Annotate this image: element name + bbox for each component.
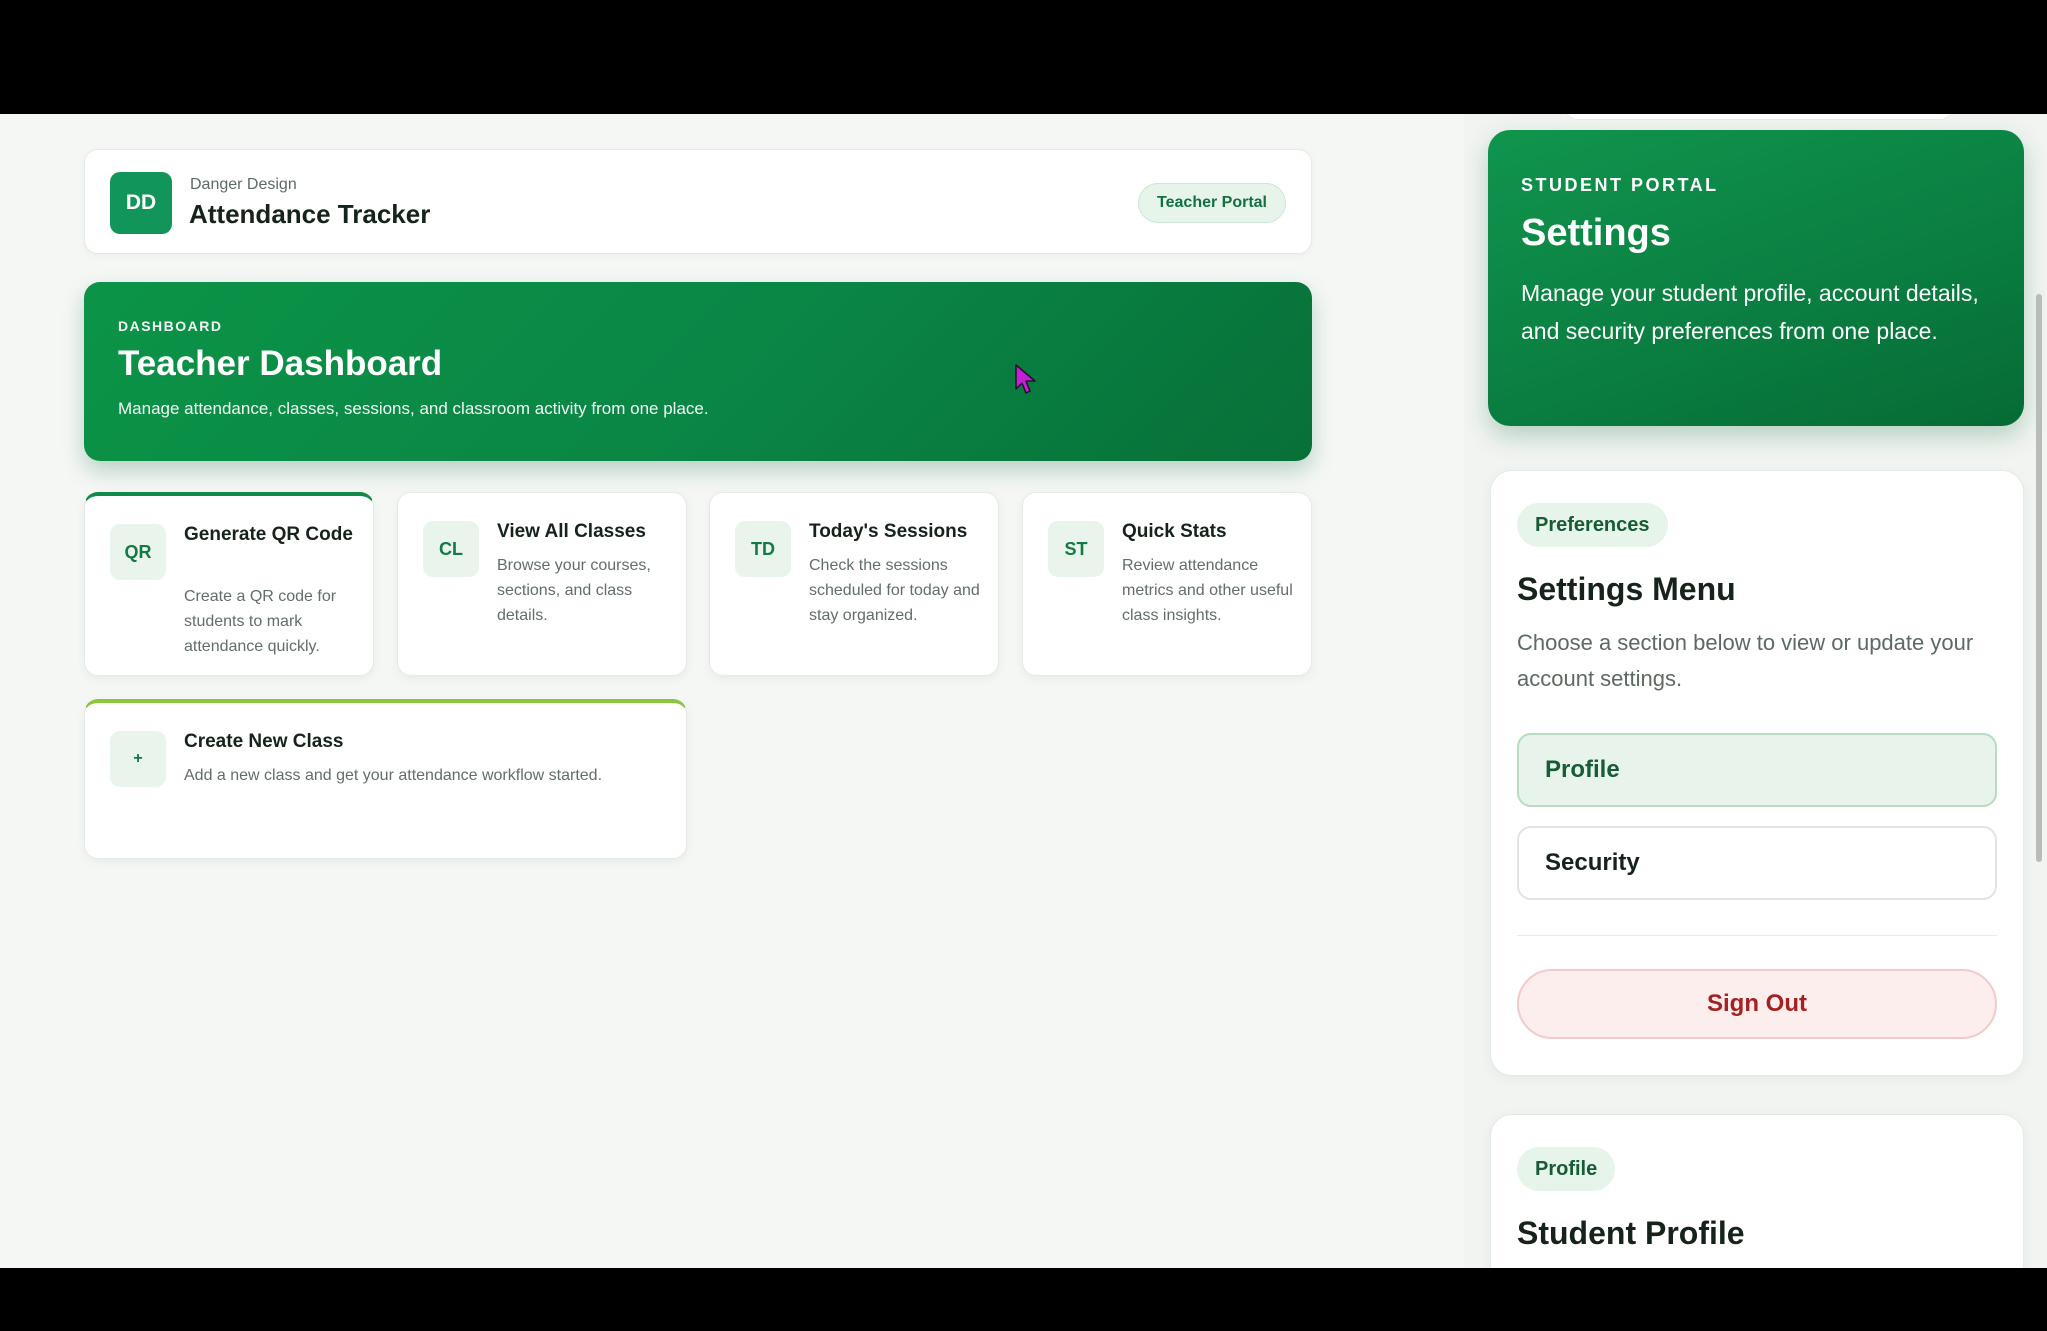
- card-description: Review attendance metrics and other usef…: [1122, 557, 1293, 624]
- app-header: DD Danger Design Attendance Tracker Teac…: [84, 149, 1312, 254]
- card-title: Generate QR Code: [184, 524, 353, 545]
- create-class-card[interactable]: + Create New Class Add a new class and g…: [84, 699, 687, 859]
- card-description: Check the sessions scheduled for today a…: [809, 557, 980, 624]
- generate-qr-card[interactable]: QR Generate QR Code Create a QR code for…: [84, 492, 374, 676]
- scrollbar-thumb[interactable]: [2036, 294, 2042, 862]
- mouse-cursor-icon: [1015, 364, 1036, 394]
- sign-out-button[interactable]: Sign Out: [1517, 969, 1997, 1039]
- settings-title: Settings: [1521, 212, 1671, 254]
- menu-item-profile[interactable]: Profile: [1517, 733, 1997, 807]
- profile-pill: Profile: [1517, 1147, 1616, 1191]
- student-profile-card: Profile Student Profile: [1490, 1114, 2024, 1268]
- card-description: Add a new class and get your attendance …: [184, 767, 603, 784]
- stats-icon: ST: [1048, 521, 1104, 577]
- todays-sessions-card[interactable]: TD Today's Sessions Check the sessions s…: [709, 492, 999, 676]
- preferences-pill: Preferences: [1517, 503, 1668, 547]
- card-description: Browse your courses, sections, and class…: [497, 557, 651, 624]
- settings-hero: STUDENT PORTAL Settings Manage your stud…: [1488, 130, 2024, 426]
- student-profile-title: Student Profile: [1517, 1215, 1745, 1251]
- letterbox-top: [0, 0, 2047, 114]
- settings-eyebrow: STUDENT PORTAL: [1521, 175, 1719, 195]
- settings-sidebar: STUDENT PORTAL Settings Manage your stud…: [1464, 114, 2047, 1268]
- dashboard-hero: DASHBOARD Teacher Dashboard Manage atten…: [84, 282, 1312, 461]
- letterbox-bottom: [0, 1268, 2047, 1331]
- menu-item-security[interactable]: Security: [1517, 826, 1997, 900]
- brand-subtitle: Danger Design: [190, 176, 297, 193]
- card-title: Today's Sessions: [809, 521, 968, 542]
- portal-badge[interactable]: Teacher Portal: [1138, 183, 1286, 223]
- plus-icon: +: [110, 731, 166, 787]
- hero-title: Teacher Dashboard: [118, 344, 443, 383]
- hero-description: Manage attendance, classes, sessions, an…: [118, 399, 709, 418]
- settings-menu-description: Choose a section below to view or update…: [1517, 630, 1974, 691]
- brand-title: Attendance Tracker: [189, 199, 431, 229]
- card-title: View All Classes: [497, 521, 646, 542]
- classes-icon: CL: [423, 521, 479, 577]
- hero-eyebrow: DASHBOARD: [118, 318, 223, 334]
- qr-icon: QR: [110, 524, 166, 580]
- settings-description: Manage your student profile, account det…: [1521, 280, 1979, 344]
- previous-card-edge: [1564, 114, 1954, 120]
- card-title: Create New Class: [184, 731, 344, 752]
- settings-menu-title: Settings Menu: [1517, 571, 1736, 607]
- settings-menu-card: Preferences Settings Menu Choose a secti…: [1490, 470, 2024, 1076]
- card-title: Quick Stats: [1122, 521, 1227, 542]
- menu-divider: [1517, 935, 1997, 936]
- view-classes-card[interactable]: CL View All Classes Browse your courses,…: [397, 492, 687, 676]
- card-description: Create a QR code for students to mark at…: [184, 588, 337, 655]
- app-screen: DD Danger Design Attendance Tracker Teac…: [0, 114, 2047, 1268]
- brand-logo: DD: [110, 172, 172, 234]
- quick-stats-card[interactable]: ST Quick Stats Review attendance metrics…: [1022, 492, 1312, 676]
- sessions-icon: TD: [735, 521, 791, 577]
